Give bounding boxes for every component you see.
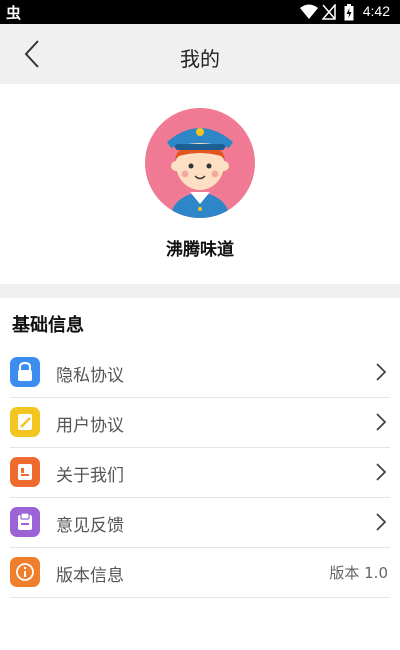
chevron-right-icon xyxy=(376,463,386,481)
list-item-about-us[interactable]: 关于我们 xyxy=(10,448,390,498)
wifi-icon xyxy=(300,4,318,19)
chevron-right-icon xyxy=(376,363,386,381)
username: 沸腾味道 xyxy=(166,240,234,260)
list-item-label: 隐私协议 xyxy=(56,366,124,386)
page-title: 我的 xyxy=(180,47,220,71)
list-item-feedback[interactable]: 意见反馈 xyxy=(10,498,390,548)
feedback-icon xyxy=(10,507,40,537)
info-circle-icon xyxy=(10,557,40,587)
signal-off-icon xyxy=(322,4,336,20)
list-item-label: 版本信息 xyxy=(56,566,124,586)
clock: 4:42 xyxy=(362,3,390,19)
profile-header: 沸腾味道 xyxy=(0,84,400,284)
lock-icon xyxy=(10,357,40,387)
list-item-privacy[interactable]: 隐私协议 xyxy=(10,348,390,398)
version-value: 版本 1.0 xyxy=(329,564,388,582)
edit-icon xyxy=(10,407,40,437)
bug-icon: 虫 xyxy=(6,4,22,22)
chevron-right-icon xyxy=(376,513,386,531)
info-card-icon xyxy=(10,457,40,487)
list-item-label: 用户协议 xyxy=(56,416,124,436)
list-item-user-agreement[interactable]: 用户协议 xyxy=(10,398,390,448)
list-item-label: 意见反馈 xyxy=(56,516,124,536)
chevron-right-icon xyxy=(376,413,386,431)
section-divider xyxy=(0,284,400,298)
battery-icon xyxy=(344,4,354,21)
status-bar: 虫 4:42 xyxy=(0,0,400,24)
list-item-label: 关于我们 xyxy=(56,466,124,486)
avatar[interactable] xyxy=(145,108,255,218)
settings-list: 隐私协议 用户协议 关于我们 意见反馈 版本信息 版本 1.0 xyxy=(10,348,390,598)
section-title: 基础信息 xyxy=(12,315,84,336)
list-item-version[interactable]: 版本信息 版本 1.0 xyxy=(10,548,390,598)
app-bar: 我的 xyxy=(0,24,400,84)
police-avatar-icon xyxy=(167,128,233,218)
